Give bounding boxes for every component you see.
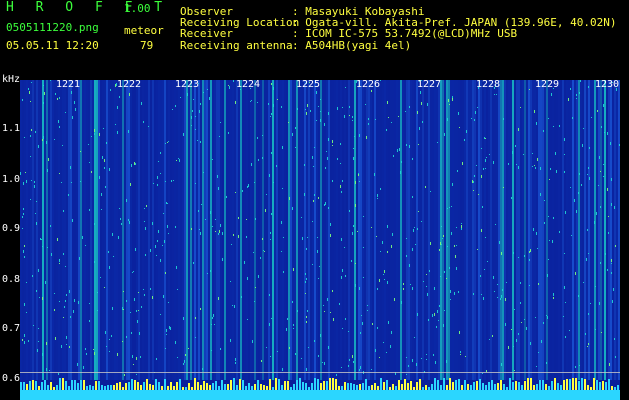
unit-label: kHz [2, 74, 21, 85]
mode-label: meteor [124, 24, 164, 37]
freq-tick: 0.8 [2, 274, 21, 285]
freq-tick: 0.6 [2, 373, 21, 384]
time-tick: 1228 [476, 79, 501, 90]
time-tick: 1226 [356, 79, 381, 90]
freq-tick: 1.0 [2, 174, 21, 185]
time-tick: 1229 [535, 79, 560, 90]
count-label: 79 [140, 39, 154, 52]
version-label: 1.00 [124, 2, 151, 15]
filename-label: 0505111220.png [6, 21, 99, 34]
antenna-label: Receiving antenna [180, 39, 293, 52]
freq-tick: 0.9 [2, 223, 21, 234]
freq-tick: 0.7 [2, 323, 21, 334]
time-tick: 1223 [175, 79, 200, 90]
time-tick: 1227 [417, 79, 442, 90]
antenna-value: : A504HB(yagi 4el) [292, 39, 412, 52]
freq-tick: 1.1 [2, 123, 21, 134]
time-tick: 1225 [296, 79, 321, 90]
spectrogram [20, 80, 620, 400]
header-panel: H R O F F T 1.00 0505111220.png meteor 0… [0, 0, 629, 78]
time-tick: 1222 [117, 79, 142, 90]
datetime-label: 05.05.11 12:20 [6, 39, 99, 52]
time-tick: 1224 [236, 79, 261, 90]
time-tick: 1221 [56, 79, 81, 90]
time-tick: 1230 [595, 79, 620, 90]
